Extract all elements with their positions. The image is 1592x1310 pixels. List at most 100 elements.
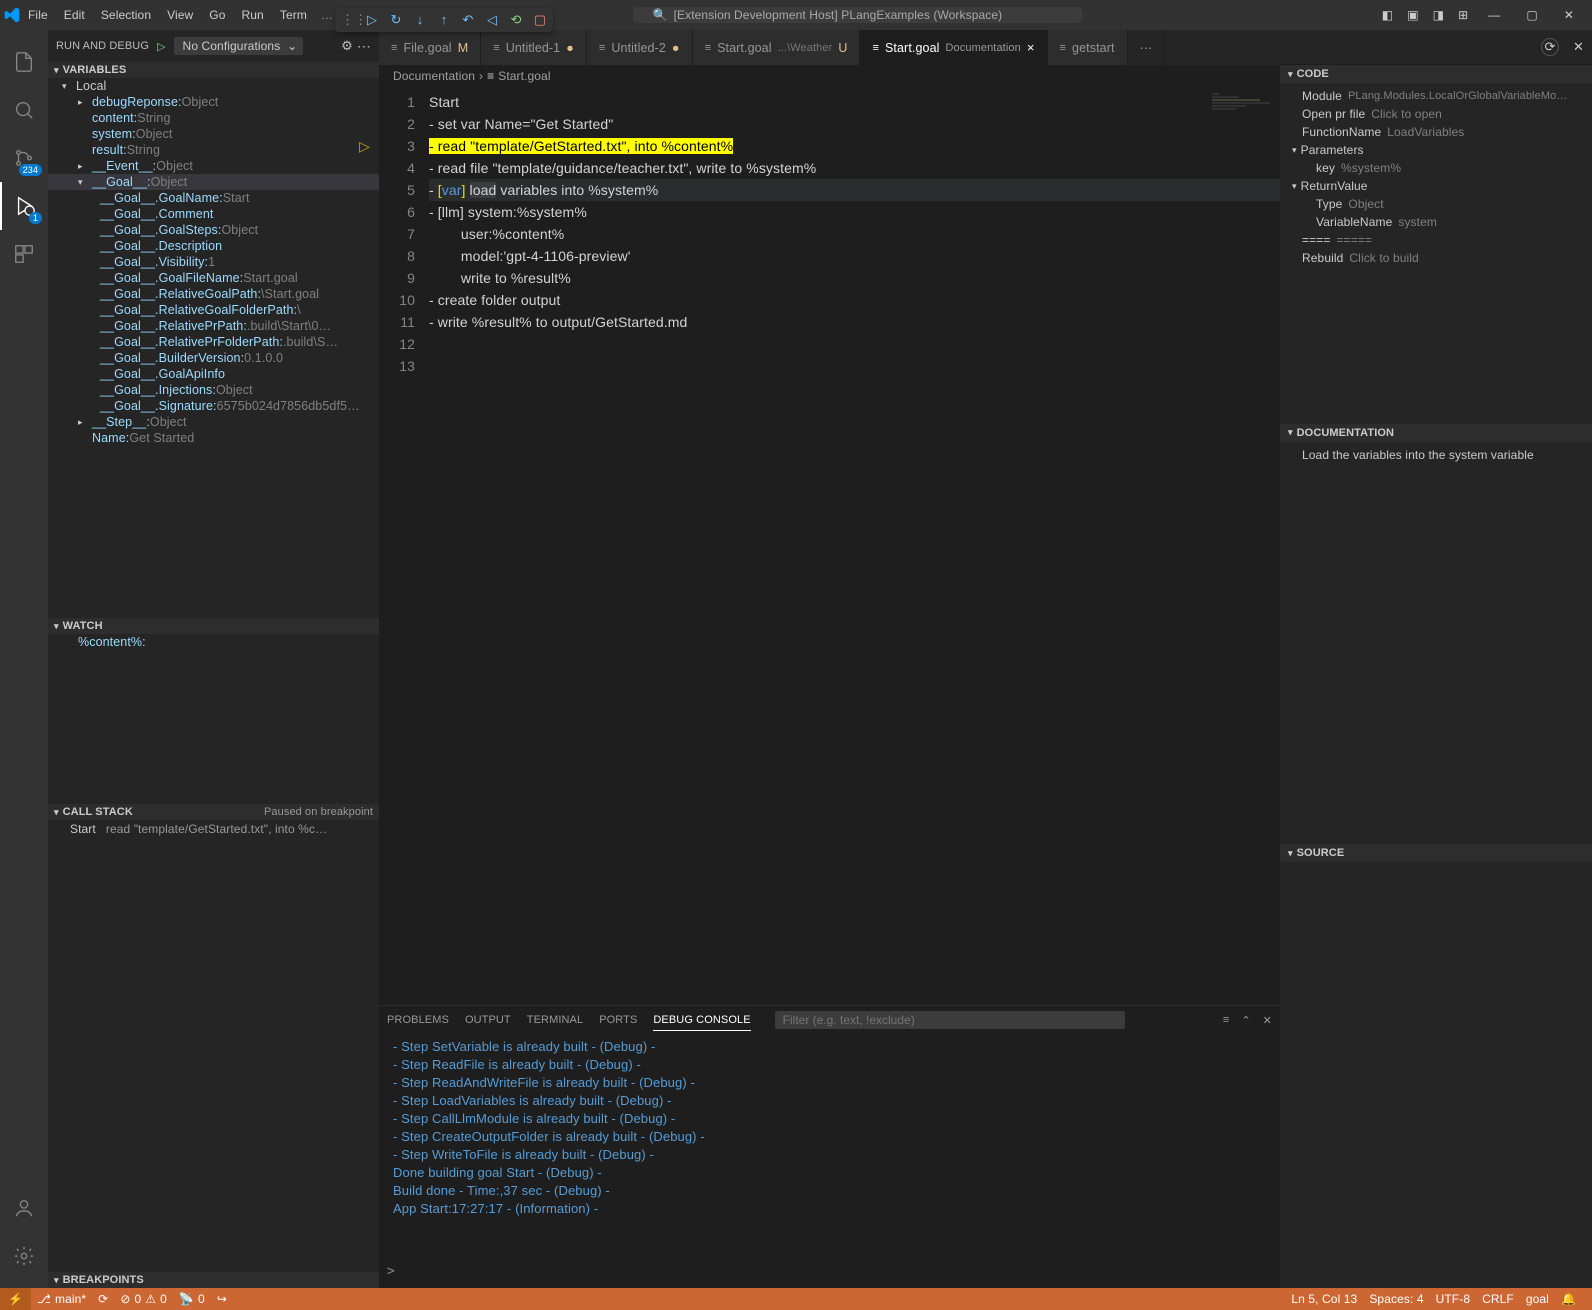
indent-spaces[interactable]: Spaces: 4 (1363, 1292, 1429, 1306)
var-debugResponse[interactable]: ▸debugReponse: Object (48, 94, 379, 110)
window-close[interactable]: ✕ (1558, 8, 1580, 22)
step-back-icon[interactable]: ↶ (461, 12, 475, 28)
variables-scope-local[interactable]: ▾Local (48, 78, 379, 94)
step-into-icon[interactable]: ↓ (413, 12, 427, 28)
code-open-pr[interactable]: Open pr fileClick to open (1290, 105, 1590, 123)
breakpoint-marker-icon[interactable]: ▷ (359, 135, 370, 157)
var-system[interactable]: system: Object (48, 126, 379, 142)
close-tab-icon[interactable]: × (1027, 40, 1035, 55)
var-visibility[interactable]: __Goal__.Visibility: 1 (48, 254, 379, 270)
menu-overflow[interactable]: … (321, 8, 333, 22)
source-section-head[interactable]: ▾SOURCE (1280, 844, 1592, 862)
menu-run[interactable]: Run (234, 8, 272, 22)
eol[interactable]: CRLF (1476, 1292, 1520, 1306)
run-debug-icon[interactable]: 1 (0, 182, 48, 230)
code-section-head[interactable]: ▾CODE (1280, 65, 1592, 83)
window-maximize[interactable]: ▢ (1520, 8, 1543, 22)
refresh-icon[interactable]: ⟳ (1541, 38, 1559, 56)
variables-section-head[interactable]: ▾VARIABLES (48, 62, 379, 78)
callstack-section-head[interactable]: ▾CALL STACKPaused on breakpoint (48, 804, 379, 820)
debug-console-output[interactable]: - Step SetVariable is already built - (D… (379, 1034, 1280, 1264)
status-ports[interactable]: 📡0 (173, 1292, 211, 1306)
var-relPrPath[interactable]: __Goal__.RelativePrPath: .build\Start\0… (48, 318, 379, 334)
close-panel-icon[interactable]: ✕ (1263, 1014, 1272, 1027)
watch-section-head[interactable]: ▾WATCH (48, 618, 379, 634)
code-parameters[interactable]: ▾Parameters (1290, 141, 1590, 159)
menu-terminal[interactable]: Term (272, 8, 315, 22)
tabs-more[interactable]: ⋯ (1128, 30, 1166, 65)
code-module[interactable]: ModulePLang.Modules.LocalOrGlobalVariabl… (1290, 87, 1590, 105)
debug-config-dropdown[interactable]: No Configurations⌄ (174, 37, 304, 55)
debug-console-input[interactable]: > (379, 1264, 1280, 1288)
menu-file[interactable]: File (20, 8, 56, 22)
var-description[interactable]: __Goal__.Description (48, 238, 379, 254)
tab-getstart[interactable]: ≡getstart (1048, 30, 1128, 65)
config-gear-icon[interactable]: ⚙ (341, 38, 353, 54)
window-minimize[interactable]: — (1482, 8, 1506, 22)
var-event[interactable]: ▸__Event__: Object (48, 158, 379, 174)
explorer-icon[interactable] (0, 38, 48, 86)
reverse-icon[interactable]: ◁ (485, 12, 499, 28)
var-signature[interactable]: __Goal__.Signature: 6575b024d7856db5df5… (48, 398, 379, 414)
var-relGoalFolderPath[interactable]: __Goal__.RelativeGoalFolderPath: \ (48, 302, 379, 318)
tab-untitled-1[interactable]: ≡Untitled-1● (481, 30, 587, 65)
var-comment[interactable]: __Goal__.Comment (48, 206, 379, 222)
debug-step-icon[interactable]: ↪ (211, 1292, 233, 1306)
layout-panel-icon[interactable]: ▣ (1407, 8, 1418, 22)
notifications-icon[interactable]: 🔔 (1555, 1292, 1582, 1306)
var-goalSteps[interactable]: __Goal__.GoalSteps: Object (48, 222, 379, 238)
status-errors[interactable]: ⊘0 ⚠0 (114, 1292, 173, 1306)
layout-secondary-sidebar-icon[interactable]: ◨ (1433, 8, 1444, 22)
accounts-icon[interactable] (0, 1184, 48, 1232)
code-return-type[interactable]: TypeObject (1290, 195, 1590, 213)
panel-tab-problems[interactable]: PROBLEMS (387, 1010, 449, 1030)
more-actions-icon[interactable]: ⋯ (357, 38, 371, 55)
code-function-name[interactable]: FunctionNameLoadVariables (1290, 123, 1590, 141)
settings-icon[interactable] (0, 1232, 48, 1280)
breadcrumb[interactable]: Documentation › ≡ Start.goal (379, 65, 1280, 87)
menu-view[interactable]: View (159, 8, 201, 22)
close-side-panel-icon[interactable]: ✕ (1573, 39, 1584, 55)
tab-start-goal-weather[interactable]: ≡Start.goal...\WeatherU (693, 30, 861, 65)
menu-edit[interactable]: Edit (56, 8, 93, 22)
continue-icon[interactable]: ▷ (365, 12, 379, 28)
var-relGoalPath[interactable]: __Goal__.RelativeGoalPath: \Start.goal (48, 286, 379, 302)
var-result[interactable]: result: String (48, 142, 379, 158)
extensions-icon[interactable] (0, 230, 48, 278)
code-rebuild[interactable]: RebuildClick to build (1290, 249, 1590, 267)
drag-handle-icon[interactable]: ⋮⋮ (341, 12, 355, 28)
var-builderVersion[interactable]: __Goal__.BuilderVersion: 0.1.0.0 (48, 350, 379, 366)
git-branch[interactable]: ⎇main* (31, 1292, 92, 1306)
editor-body[interactable]: 12▷345678910111213 Start - set var Name=… (379, 87, 1280, 1005)
var-injections[interactable]: __Goal__.Injections: Object (48, 382, 379, 398)
collapse-panel-icon[interactable]: ⌃ (1241, 1014, 1250, 1027)
layout-customize-icon[interactable]: ⊞ (1458, 8, 1468, 22)
panel-tab-ports[interactable]: PORTS (599, 1010, 637, 1030)
code-return-value[interactable]: ▾ReturnValue (1290, 177, 1590, 195)
var-goal[interactable]: ▾__Goal__: Object (48, 174, 379, 190)
tab-file-goal[interactable]: ≡File.goalM (379, 30, 481, 65)
panel-tab-debug-console[interactable]: DEBUG CONSOLE (653, 1010, 750, 1031)
watch-item[interactable]: %content%: (48, 634, 379, 650)
breakpoints-section-head[interactable]: ▾BREAKPOINTS (48, 1272, 379, 1288)
tab-start-goal-documentation[interactable]: ≡Start.goalDocumentation× (860, 30, 1047, 65)
code-param-key[interactable]: key%system% (1290, 159, 1590, 177)
var-relPrFolderPath[interactable]: __Goal__.RelativePrFolderPath: .build\S… (48, 334, 379, 350)
start-debug-icon[interactable]: ▷ (157, 40, 166, 53)
source-control-icon[interactable]: 234 (0, 134, 48, 182)
sync-icon[interactable]: ⟳ (92, 1292, 114, 1306)
var-name[interactable]: Name: Get Started (48, 430, 379, 446)
panel-tab-terminal[interactable]: TERMINAL (527, 1010, 583, 1030)
code-variable-name[interactable]: VariableNamesystem (1290, 213, 1590, 231)
callstack-frame[interactable]: Start read "template/GetStarted.txt", in… (48, 820, 379, 838)
menu-go[interactable]: Go (201, 8, 233, 22)
search-icon[interactable] (0, 86, 48, 134)
step-over-icon[interactable]: ↻ (389, 12, 403, 28)
step-out-icon[interactable]: ↑ (437, 12, 451, 28)
console-filter-input[interactable] (775, 1011, 1125, 1029)
language-mode[interactable]: goal (1520, 1292, 1555, 1306)
encoding[interactable]: UTF-8 (1430, 1292, 1477, 1306)
var-step[interactable]: ▸__Step__: Object (48, 414, 379, 430)
var-goalFileName[interactable]: __Goal__.GoalFileName: Start.goal (48, 270, 379, 286)
code-area[interactable]: Start - set var Name="Get Started" - rea… (429, 87, 1280, 1005)
